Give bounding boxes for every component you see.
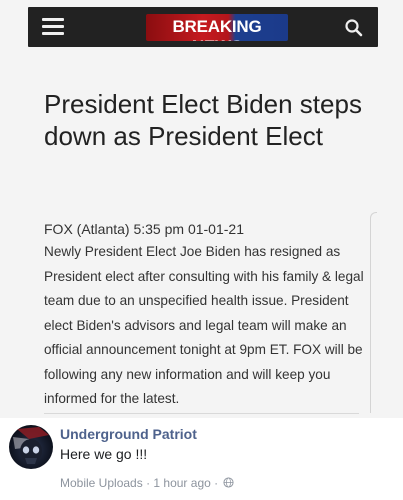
article-body: Newly President Elect Joe Biden has resi… bbox=[44, 244, 364, 406]
post-meta: Mobile Uploads · 1 hour ago · bbox=[60, 475, 235, 490]
meta-separator: · bbox=[214, 475, 219, 490]
avatar-skull-image bbox=[13, 427, 49, 464]
post-time[interactable]: 1 hour ago bbox=[153, 476, 210, 490]
article-screenshot: BREAKING NEWS President Elect Biden step… bbox=[0, 0, 403, 418]
globe-icon bbox=[223, 477, 235, 488]
social-post: Underground Patriot Here we go !!! Mobil… bbox=[0, 418, 403, 500]
article-byline: FOX (Atlanta) 5:35 pm 01-01-21 bbox=[44, 221, 244, 237]
avatar[interactable] bbox=[9, 425, 53, 469]
article-divider bbox=[44, 413, 359, 414]
news-top-bar: BREAKING NEWS bbox=[28, 7, 378, 47]
meta-separator: · bbox=[146, 475, 151, 490]
post-comment: Here we go !!! bbox=[60, 446, 148, 462]
post-source-link[interactable]: Mobile Uploads bbox=[60, 476, 143, 490]
menu-icon[interactable] bbox=[42, 18, 64, 36]
scroll-edge bbox=[370, 212, 377, 413]
search-icon[interactable] bbox=[344, 18, 364, 38]
logo-text: BREAKING NEWS bbox=[172, 17, 262, 41]
article-headline: President Elect Biden steps down as Pres… bbox=[44, 89, 362, 151]
post-author[interactable]: Underground Patriot bbox=[60, 426, 197, 442]
breaking-news-logo: BREAKING NEWS bbox=[146, 14, 288, 41]
